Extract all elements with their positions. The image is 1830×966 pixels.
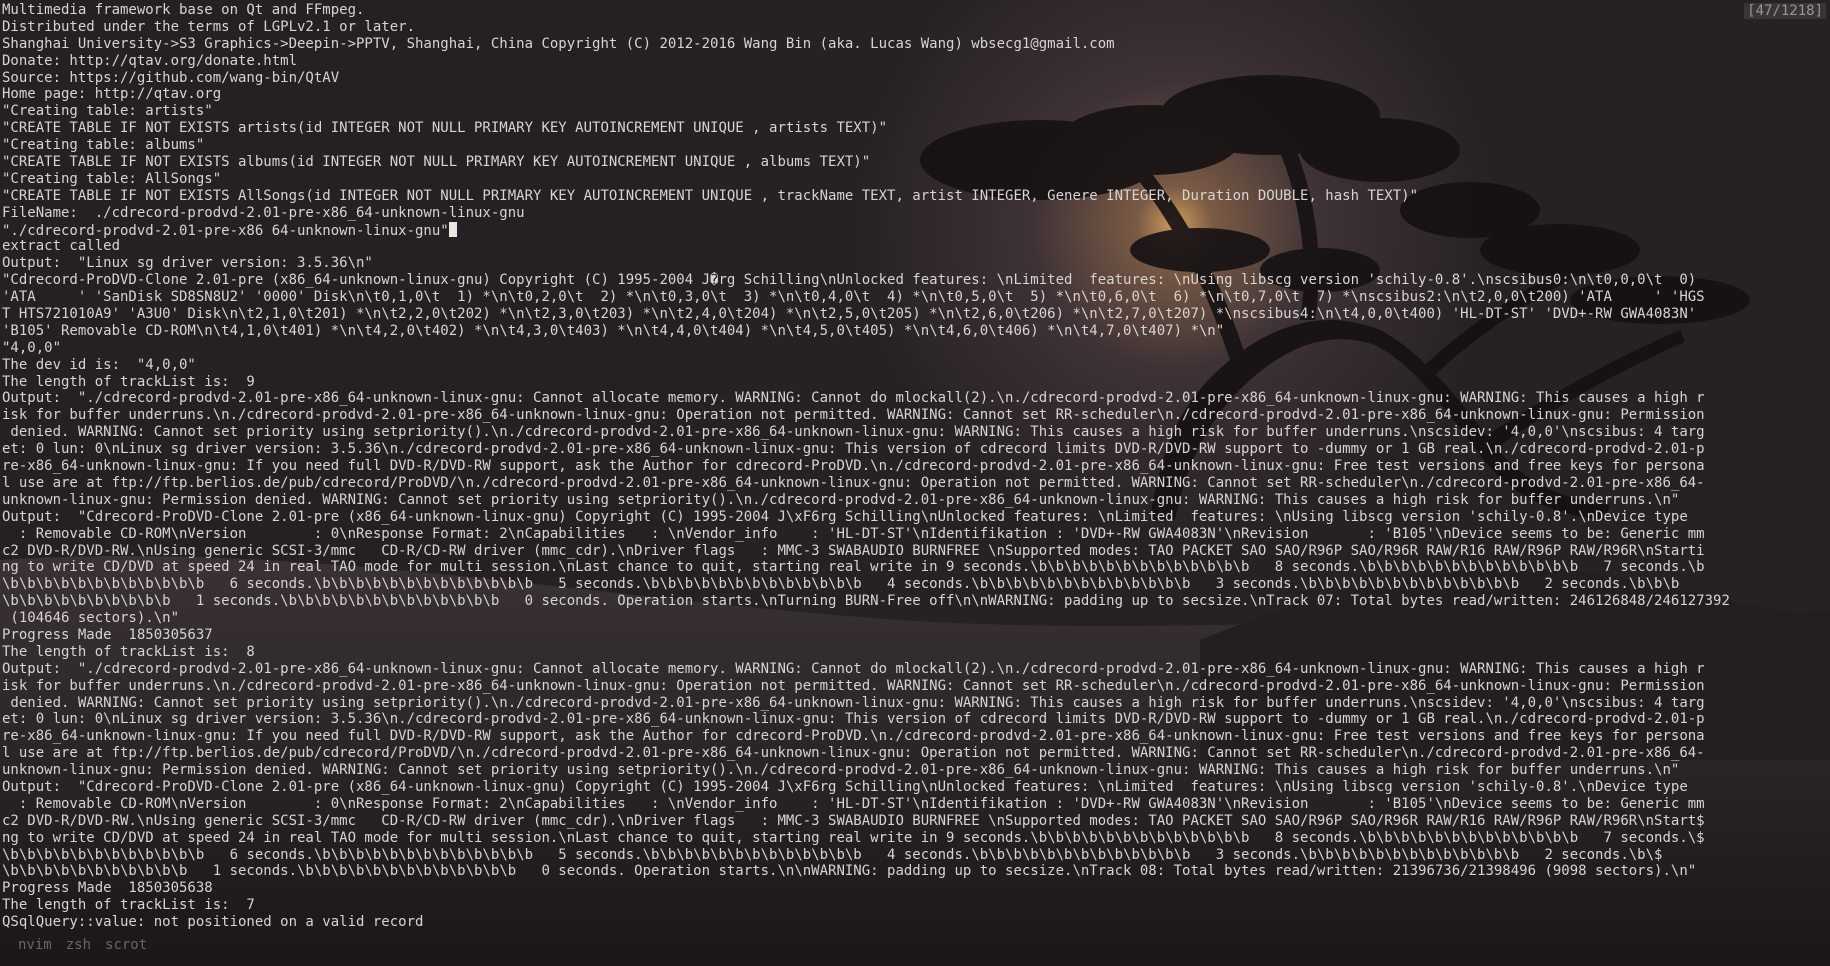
terminal-line: extract called xyxy=(2,238,121,255)
terminal-line: Output: "Cdrecord-ProDVD-Clone 2.01-pre … xyxy=(2,778,1688,795)
terminal-line: "./cdrecord-prodvd-2.01-pre-x86_64-unkno… xyxy=(2,221,1828,238)
terminal-line: QSqlQuery::value: not positioned on a va… xyxy=(2,914,424,931)
terminal-line: "Cdrecord-ProDVD-Clone 2.01-pre (x86_64-… xyxy=(2,272,1697,289)
terminal-line: Home page: http://qtav.org xyxy=(2,86,222,103)
terminal-line: c2 DVD-R/DVD-RW.\nUsing generic SCSI-3/m… xyxy=(2,542,1705,559)
terminal-line: FileName: ./cdrecord-prodvd-2.01-pre-x86… xyxy=(2,204,525,221)
terminal-line: : Removable CD-ROM\nVersion : 0\nRespons… xyxy=(2,525,1705,542)
terminal-line: ng to write CD/DVD at speed 24 in real T… xyxy=(2,559,1705,576)
terminal-line: re-x86_64-unknown-linux-gnu: If you need… xyxy=(2,458,1705,475)
terminal-line: "Creating table: artists" xyxy=(2,103,213,120)
tmux-status-bar: nvim zsh scrot xyxy=(0,936,161,954)
terminal-line: Output: "./cdrecord-prodvd-2.01-pre-x86_… xyxy=(2,390,1705,407)
terminal-line: The dev id is: "4,0,0" xyxy=(2,356,196,373)
terminal-line: "CREATE TABLE IF NOT EXISTS albums(id IN… xyxy=(2,154,871,171)
terminal-line: isk for buffer underruns.\n./cdrecord-pr… xyxy=(2,407,1705,424)
terminal-line: "CREATE TABLE IF NOT EXISTS AllSongs(id … xyxy=(2,187,1419,204)
terminal-line: Output: "Cdrecord-ProDVD-Clone 2.01-pre … xyxy=(2,508,1688,525)
terminal-line: Progress Made 1850305638 xyxy=(2,880,213,897)
terminal-line: Output: "./cdrecord-prodvd-2.01-pre-x86_… xyxy=(2,660,1705,677)
terminal-line: Shanghai University->S3 Graphics->Deepin… xyxy=(2,35,1115,52)
terminal-line: isk for buffer underruns.\n./cdrecord-pr… xyxy=(2,677,1705,694)
terminal-line: ng to write CD/DVD at speed 24 in real T… xyxy=(2,829,1705,846)
terminal-line: et: 0 lun: 0\nLinux sg driver version: 3… xyxy=(2,441,1705,458)
terminal-line: \b\b\b\b\b\b\b\b\b\b\b\b 6 seconds.\b\b\… xyxy=(2,846,1663,863)
terminal-line: The length of trackList is: 9 xyxy=(2,373,255,390)
terminal-line: Multimedia framework base on Qt and FFmp… xyxy=(2,2,365,18)
status-tab-scrot[interactable]: scrot xyxy=(105,937,147,953)
scroll-position-indicator: [47/1218] xyxy=(1744,3,1826,19)
terminal-line: Output: "Linux sg driver version: 3.5.36… xyxy=(2,255,373,272)
terminal-output: Multimedia framework base on Qt and FFmp… xyxy=(0,0,1830,966)
terminal-line: c2 DVD-R/DVD-RW.\nUsing generic SCSI-3/m… xyxy=(2,812,1705,829)
terminal-line: Donate: http://qtav.org/donate.html xyxy=(2,52,298,69)
text-cursor xyxy=(448,221,457,237)
terminal-line: The length of trackList is: 8 xyxy=(2,643,255,660)
terminal-line: : Removable CD-ROM\nVersion : 0\nRespons… xyxy=(2,795,1705,812)
terminal-line: \b\b\b\b\b\b\b\b\b\b\b 1 seconds.\b\b\b\… xyxy=(2,863,1697,880)
terminal-line: 'B105' Removable CD-ROM\n\t4,1,0\t401) *… xyxy=(2,322,1225,339)
terminal-line: \b\b\b\b\b\b\b\b\b\b 1 seconds.\b\b\b\b\… xyxy=(2,593,1730,610)
terminal-line: unknown-linux-gnu: Permission denied. WA… xyxy=(2,491,1680,508)
terminal-line: "Creating table: AllSongs" xyxy=(2,170,222,187)
terminal-line: re-x86_64-unknown-linux-gnu: If you need… xyxy=(2,728,1705,745)
terminal-line: unknown-linux-gnu: Permission denied. WA… xyxy=(2,762,1680,779)
terminal-line: Source: https://github.com/wang-bin/QtAV xyxy=(2,69,340,86)
terminal-line: l use are at ftp://ftp.berlios.de/pub/cd… xyxy=(2,745,1705,762)
terminal-line: l use are at ftp://ftp.berlios.de/pub/cd… xyxy=(2,474,1705,491)
status-tab-nvim[interactable]: nvim xyxy=(18,937,52,953)
terminal-line: denied. WARNING: Cannot set priority usi… xyxy=(2,424,1705,441)
terminal-line: "Creating table: albums" xyxy=(2,137,205,154)
terminal-line: \b\b\b\b\b\b\b\b\b\b\b\b 6 seconds.\b\b\… xyxy=(2,576,1680,593)
terminal-line: Distributed under the terms of LGPLv2.1 … xyxy=(2,18,416,35)
terminal-line: Progress Made 1850305637 xyxy=(2,626,213,643)
status-tab-zsh[interactable]: zsh xyxy=(66,937,91,953)
terminal-line: T HTS721010A9' 'A3U0' Disk\n\t2,1,0\t201… xyxy=(2,306,1697,323)
terminal-line: et: 0 lun: 0\nLinux sg driver version: 3… xyxy=(2,711,1705,728)
terminal-line: "CREATE TABLE IF NOT EXISTS artists(id I… xyxy=(2,120,888,137)
terminal-line: (104646 sectors).\n" xyxy=(2,610,180,627)
terminal-line: "4,0,0" xyxy=(2,339,62,356)
terminal-line: The length of trackList is: 7 xyxy=(2,897,255,914)
terminal-line: denied. WARNING: Cannot set priority usi… xyxy=(2,694,1705,711)
terminal-line: 'ATA ' 'SanDisk SD8SN8U2' '0000' Disk\n\… xyxy=(2,289,1705,306)
